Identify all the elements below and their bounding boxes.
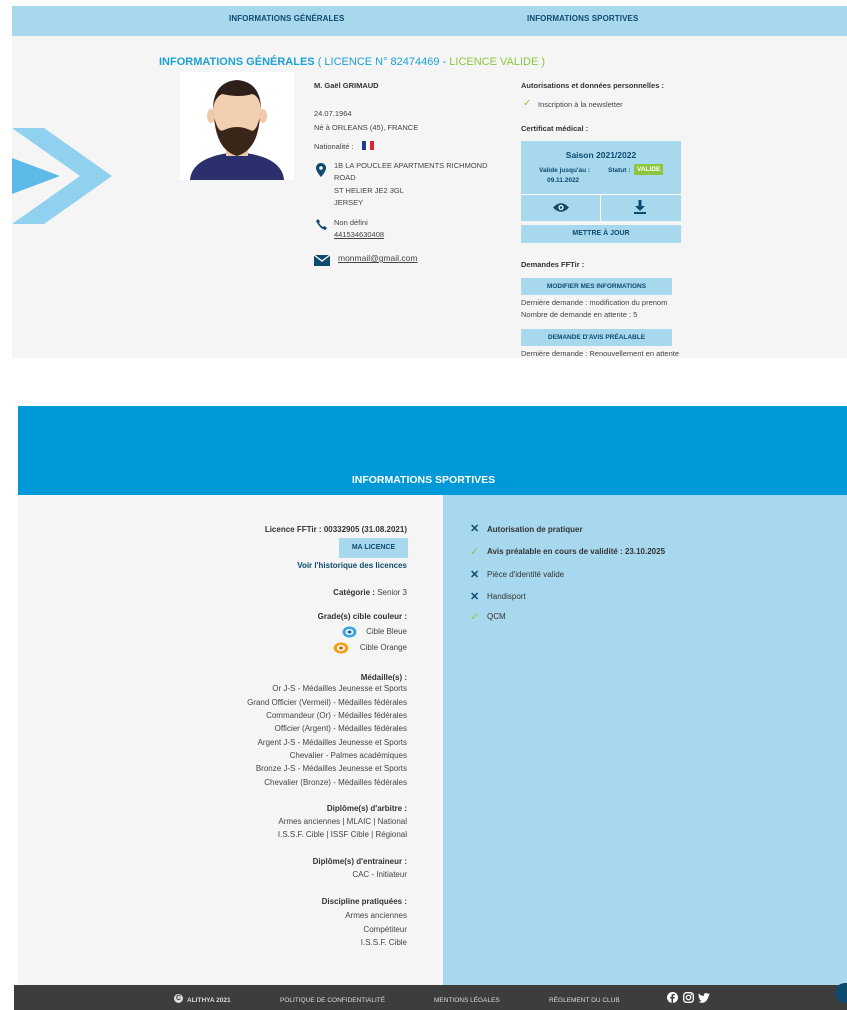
category-row: Catégorie : Senior 3 (333, 588, 407, 597)
check-item: Pièce d'identité valide (487, 570, 565, 579)
category-label: Catégorie : (333, 588, 375, 597)
medal-item: Bronze J-S - Médailles Jeunesse et Sport… (255, 764, 407, 773)
section-title: INFORMATIONS GÉNÉRALES (159, 56, 315, 68)
check-icon: ✓ (470, 611, 480, 623)
email-link[interactable]: monmail@gmail.com (338, 253, 417, 263)
instagram-icon[interactable] (683, 992, 694, 1003)
location-pin-icon (316, 163, 326, 177)
check-item: Handisport (487, 592, 526, 601)
target-icon (333, 642, 349, 654)
discipline-item: I.S.S.F. Cible (360, 938, 407, 947)
decorative-chevron (12, 128, 112, 224)
valid-until-label: Valide jusqu'au : (539, 167, 591, 174)
avatar (180, 72, 294, 180)
licence-label: Licence FFTir : (264, 525, 322, 534)
valid-until-date: 09.11.2022 (547, 177, 580, 184)
licence-status: LICENCE VALIDE ) (449, 56, 546, 68)
medal-item: Argent J-S - Médailles Jeunesse et Sport… (257, 738, 407, 747)
status-label: Statut : (608, 167, 631, 174)
footer (14, 985, 847, 1010)
nationality-label: Nationalité : (314, 142, 354, 151)
general-info-section (12, 36, 847, 358)
phone-icon (316, 219, 327, 230)
member-name: M. Gaël GRIMAUD (314, 81, 379, 90)
licence-history-link[interactable]: Voir l'historique des licences (297, 561, 407, 570)
authorizations-title: Autorisations et données personnelles : (521, 81, 664, 90)
licence-row: Licence FFTir : 00332905 (31.08.2021) (265, 525, 407, 534)
twitter-icon[interactable] (698, 993, 710, 1003)
medal-item: Chevalier - Palmes académiques (289, 751, 407, 760)
medal-item: Or J-S - Médailles Jeunesse et Sports (272, 684, 407, 693)
pending-count: Nombre de demande en attente : 5 (521, 310, 638, 319)
discipline-item: Compétiteur (363, 925, 407, 934)
medal-item: Commandeur (Or) - Médailles fédérales (266, 711, 407, 720)
flag-france-icon (362, 141, 374, 150)
check-icon: ✓ (523, 98, 532, 109)
top-navigation: INFORMATIONS GÉNÉRALES INFORMATIONS SPOR… (12, 6, 847, 36)
medal-item: Grand Officier (Vermeil) - Médailles féd… (247, 698, 407, 707)
check-item: QCM (487, 612, 506, 621)
category-value: Senior 3 (377, 588, 407, 597)
referee-diploma: Armes anciennes | MLAIC | National (278, 817, 407, 826)
coach-diplomas-title: Diplôme(s) d'entraineur : (312, 857, 407, 866)
grade-orange: Cible Orange (359, 643, 407, 652)
address-line: ST HELIER JE2 3GL (334, 186, 404, 195)
tab-informations-sportives[interactable]: INFORMATIONS SPORTIVES (527, 14, 638, 23)
my-licence-button[interactable]: MA LICENCE (339, 538, 408, 558)
target-icon (342, 626, 357, 638)
discipline-item: Armes anciennes (345, 911, 407, 920)
medical-certificate-title: Certificat médical : (521, 124, 589, 133)
referee-diplomas-title: Diplôme(s) d'arbitre : (326, 804, 407, 813)
general-info-title: INFORMATIONS GÉNÉRALES ( LICENCE N° 8247… (159, 56, 545, 68)
eye-icon[interactable] (553, 202, 569, 213)
sport-info-title: INFORMATIONS SPORTIVES (351, 474, 496, 486)
medals-title: Médaille(s) : (360, 673, 407, 682)
status-badge: VALIDE (634, 164, 664, 175)
mail-icon (314, 255, 330, 266)
medal-item: Officier (Argent) - Médailles fédérales (274, 724, 407, 733)
medical-certificate-card: Saison 2021/2022 Valide jusqu'au : 09.11… (521, 141, 681, 221)
birth-place: Né à ORLEANS (45), FRANCE (314, 123, 419, 132)
privacy-link[interactable]: POLITIQUE DE CONFIDENTIALITÉ (280, 997, 385, 1004)
prior-opinion-button[interactable]: DEMANDE D'AVIS PRÉALABLE (521, 329, 672, 346)
last-request-2: Dernière demande : Renouvellement en att… (521, 349, 680, 358)
medal-item: Chevalier (Bronze) - Médailles fédérales (264, 778, 407, 787)
disciplines-title: Discipline pratiquées : (321, 897, 407, 906)
referee-diploma: I.S.S.F. Cible | ISSF Cible | Régional (277, 830, 407, 839)
newsletter-label: Inscription à la newsletter (538, 100, 623, 109)
copyright-icon: C (174, 994, 183, 1003)
check-icon: ✓ (470, 546, 480, 558)
modify-info-button[interactable]: MODIFIER MES INFORMATIONS (521, 278, 672, 295)
licence-number: ( LICENCE N° 82474469 - (317, 56, 450, 68)
cross-icon: ✕ (470, 591, 480, 603)
last-request: Dernière demande : modification du preno… (521, 298, 668, 307)
grades-title: Grade(s) cible couleur : (317, 612, 407, 621)
grade-blue: Cible Bleue (366, 627, 407, 636)
season-label: Saison 2021/2022 (565, 150, 637, 160)
address-line: JERSEY (334, 198, 364, 207)
phone-label: Non défini (334, 218, 368, 227)
download-icon[interactable] (634, 200, 646, 214)
copyright-text: ALITHYA 2021 (187, 997, 231, 1004)
facebook-icon[interactable] (667, 992, 678, 1003)
birth-date: 24.07.1964 (314, 109, 352, 118)
licence-value: 00332905 (31.08.2021) (323, 525, 407, 534)
requests-title: Demandes FFTir : (521, 260, 585, 269)
address-line: 1B LA POUCLEE APARTMENTS RICHMOND (334, 161, 488, 170)
update-button[interactable]: METTRE À JOUR (521, 225, 681, 243)
cross-icon: ✕ (470, 523, 480, 535)
tab-informations-generales[interactable]: INFORMATIONS GÉNÉRALES (229, 14, 344, 23)
check-item: Avis préalable en cours de validité : 23… (487, 547, 666, 556)
sport-info-right-panel (443, 495, 847, 985)
cross-icon: ✕ (470, 569, 480, 581)
legal-link[interactable]: MENTIONS LÉGALES (434, 997, 500, 1004)
phone-number-link[interactable]: 441534630408 (334, 230, 384, 239)
rules-link[interactable]: RÈGLEMENT DU CLUB (549, 997, 620, 1004)
check-item: Autorisation de pratiquer (487, 525, 583, 534)
coach-diploma: CAC - Initiateur (352, 870, 407, 879)
address-line: ROAD (334, 173, 356, 182)
